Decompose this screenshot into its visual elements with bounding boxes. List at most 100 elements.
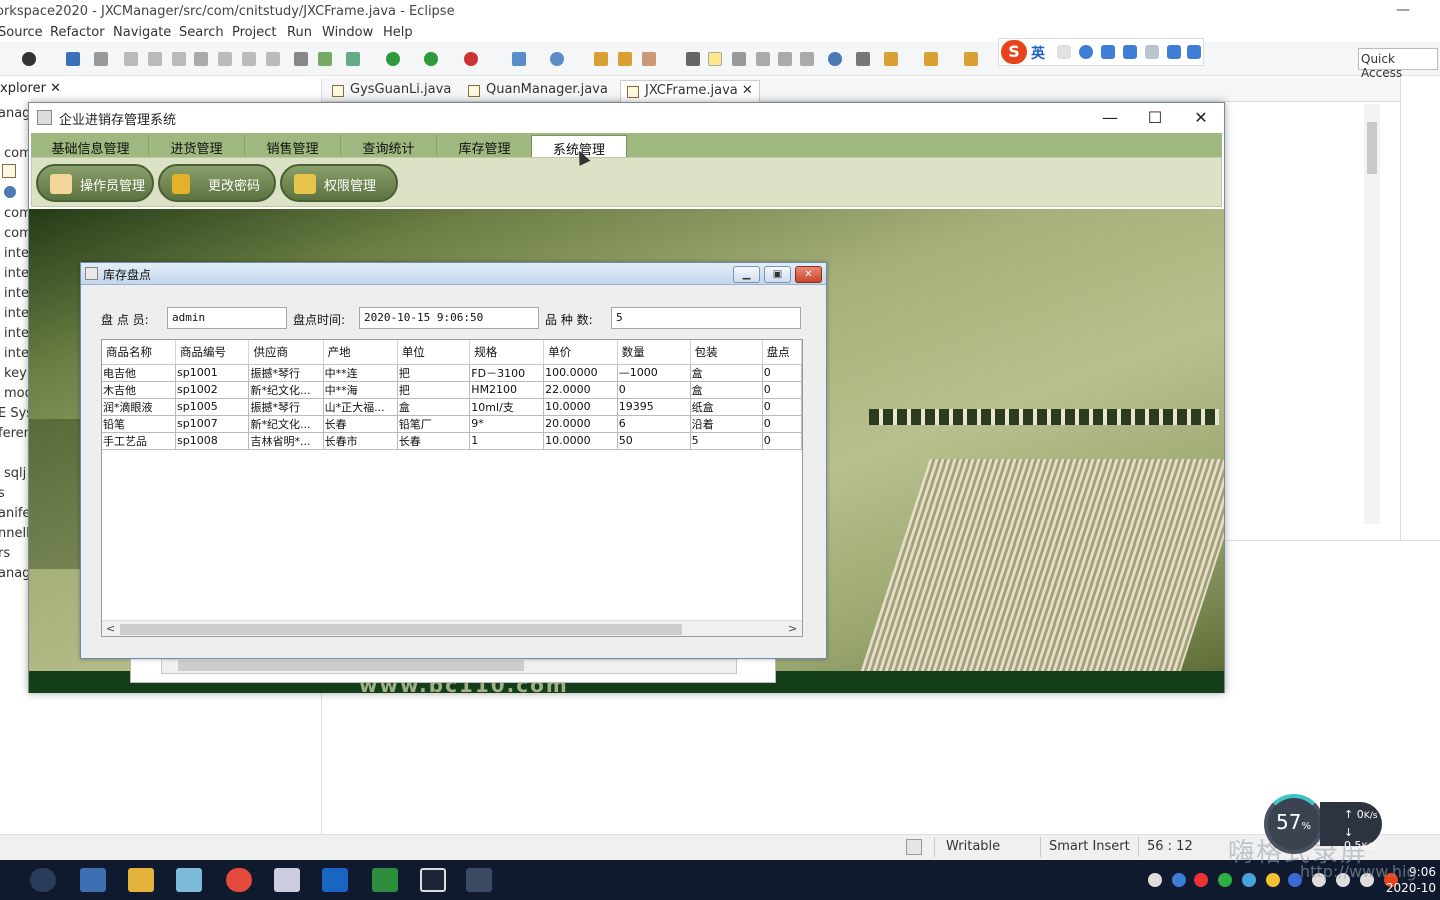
quick-access-field[interactable]: Quick Access [1358,48,1438,80]
table-cell[interactable]: 振撼*琴行 [248,398,324,416]
close-icon[interactable]: ✕ [795,266,822,283]
wechat-icon[interactable] [1218,873,1232,887]
table-cell[interactable]: 把 [397,381,471,399]
column-header[interactable]: 商品编号 [175,340,250,365]
globe-icon[interactable] [828,52,842,66]
table-cell[interactable]: 铅笔厂 [397,415,471,433]
table-cell[interactable]: 10ml/支 [469,398,545,416]
close-icon[interactable]: ✕ [50,81,61,96]
menu-project[interactable]: Project [232,25,276,40]
table-cell[interactable]: 盒 [397,398,471,416]
menu-window[interactable]: Window [322,25,373,40]
emoji-icon[interactable] [1079,45,1093,59]
tray-app-icon[interactable] [1172,873,1186,887]
mark-occurrences-icon[interactable] [708,52,722,66]
new-wizard-icon[interactable] [318,52,332,66]
chevron-up-icon[interactable] [1148,873,1162,887]
tray-app-icon[interactable] [1194,873,1208,887]
table-cell[interactable]: 盒 [690,364,763,382]
tree-item[interactable]: sqlj [4,466,26,481]
table-cell[interactable]: 振撼*琴行 [248,364,324,382]
column-header[interactable]: 供应商 [248,340,324,365]
spreadsheet-icon[interactable] [372,868,398,892]
ime-language-toggle[interactable]: 英 [1031,43,1045,63]
table-cell[interactable]: 6 [617,415,691,433]
table-cell[interactable]: sp1005 [175,398,250,416]
network-meter-widget[interactable]: 57% ↑ 0K/s ↓ 0.5K/s [1264,794,1384,854]
tree-item[interactable]: rs [0,546,10,561]
table-cell[interactable]: 1 [469,432,545,450]
table-cell[interactable]: 50 [617,432,691,450]
tab-basic-info[interactable]: 基础信息管理 [33,135,149,157]
table-cell[interactable]: 长春 [397,432,471,450]
column-header[interactable]: 商品名称 [102,340,176,365]
open-type-icon[interactable] [594,52,608,66]
table-cell[interactable]: 10.0000 [543,398,618,416]
pilcrow-icon[interactable] [800,52,814,66]
table-cell[interactable]: 19395 [617,398,691,416]
scrollbar-thumb[interactable] [178,660,524,671]
table-cell[interactable]: sp1008 [175,432,250,450]
table-cell[interactable]: 手工艺品 [102,432,176,450]
scroll-right-icon[interactable]: > [788,622,797,635]
keyboard-icon[interactable] [1123,45,1137,59]
table-cell[interactable]: 长春市 [323,432,398,450]
table-cell[interactable]: 9* [469,415,545,433]
tree-item[interactable]: nnell [0,526,30,541]
problems-icon[interactable] [906,839,922,855]
operator-field[interactable]: admin [167,307,287,329]
file-explorer-icon[interactable] [128,868,154,892]
close-icon[interactable]: ✕ [1186,107,1216,129]
menu-search[interactable]: Search [179,25,224,40]
open-folder-icon[interactable] [618,52,632,66]
resume-icon[interactable] [124,52,138,66]
run-icon[interactable] [386,52,400,66]
new-class-icon[interactable] [550,52,564,66]
use-step-filters-icon[interactable] [294,52,308,66]
skin-icon[interactable] [1167,45,1181,59]
disconnect-icon[interactable] [194,52,208,66]
table-cell[interactable]: 0 [762,364,802,382]
horizontal-scrollbar[interactable]: < > [102,620,802,636]
menu-refactor[interactable]: Refactor [50,25,105,40]
table-cell[interactable]: 纸盒 [690,398,763,416]
table-cell[interactable]: 长春 [323,415,398,433]
debug-run-icon[interactable] [346,52,360,66]
tree-item[interactable]: key [4,366,27,381]
change-password-button[interactable]: 更改密码 [158,164,276,202]
editor-tab-jxcframe[interactable]: JXCFrame.java ✕ [620,80,760,102]
scroll-left-icon[interactable]: < [106,622,115,635]
editor-vertical-scrollbar[interactable] [1364,104,1380,524]
tree-item[interactable]: inte [4,346,29,361]
scrollbar-thumb[interactable] [1367,122,1377,174]
editor-tab-quanmanager[interactable]: QuanManager.java [462,80,614,102]
tree-item[interactable]: inte [4,326,29,341]
tree-item[interactable]: inte [4,266,29,281]
search-icon[interactable] [642,52,656,66]
notepad-icon[interactable] [176,868,202,892]
punctuation-icon[interactable] [1057,45,1071,59]
step-into-icon[interactable] [218,52,232,66]
menu-help[interactable]: Help [383,25,413,40]
minimize-icon[interactable]: — [1396,2,1410,18]
column-header[interactable]: 单价 [543,340,618,365]
user-icon[interactable] [1145,45,1159,59]
column-header[interactable]: 数量 [617,340,691,365]
table-cell[interactable]: 22.0000 [543,381,618,399]
maximize-icon[interactable]: ☐ [1140,107,1170,129]
column-header[interactable]: 单位 [397,340,471,365]
table-cell[interactable]: FD－3100 [469,364,545,382]
block-selection-icon[interactable] [732,52,746,66]
column-header[interactable]: 产地 [323,340,398,365]
step-over-icon[interactable] [242,52,256,66]
tree-item[interactable]: anag [0,106,30,121]
tree-item[interactable]: inte [4,286,29,301]
menu-run[interactable]: Run [287,25,312,40]
scrollbar-thumb[interactable] [120,624,682,635]
table-cell[interactable]: 吉林省明*... [248,432,324,450]
table-cell[interactable]: HM2100 [469,381,545,399]
horizontal-scrollbar[interactable] [161,657,737,674]
table-cell[interactable]: 木吉他 [102,381,176,399]
show-whitespace-icon[interactable] [778,52,792,66]
annotation-icon[interactable] [686,52,700,66]
